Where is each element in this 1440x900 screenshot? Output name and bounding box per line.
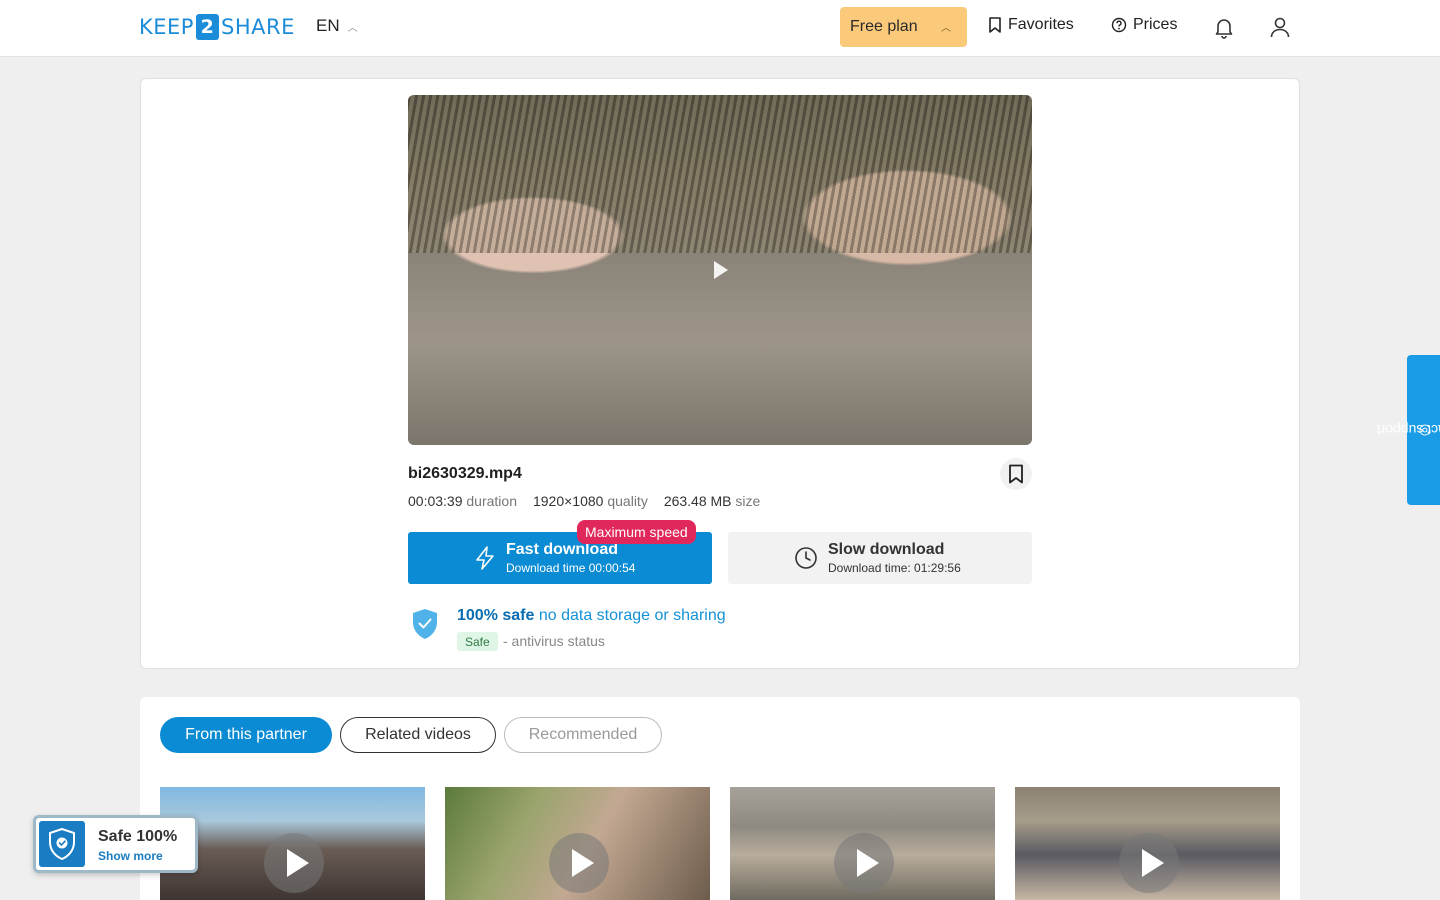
video-frame (408, 95, 1032, 253)
video-thumbnail[interactable] (1015, 787, 1280, 900)
logo-share: SHARE (220, 15, 295, 39)
bookmark-icon (1009, 464, 1023, 484)
clock-icon (795, 547, 817, 569)
favorites-link[interactable]: Favorites (988, 16, 1074, 34)
favorites-label: Favorites (1008, 16, 1074, 33)
size-value: 263.48 MB (663, 493, 732, 509)
chevron-up-icon: ︿ (347, 22, 358, 34)
video-thumbnail[interactable] (730, 787, 995, 900)
free-plan-label: Free plan (850, 18, 918, 35)
chevron-up-icon: ︿ (941, 23, 951, 34)
bookmark-button[interactable] (1000, 458, 1032, 490)
play-icon[interactable] (1119, 833, 1179, 893)
shield-check-icon (413, 609, 437, 639)
logo-keep: KEEP (139, 15, 194, 39)
duration-label: duration (466, 493, 517, 509)
lightning-icon (476, 546, 494, 570)
video-preview[interactable] (408, 95, 1032, 445)
language-selector[interactable]: EN ︿ (316, 16, 358, 36)
logo-two: 2 (195, 14, 219, 40)
duration: 00:03:39 duration (408, 493, 517, 509)
slow-download-text: Slow download Download time: 01:29:56 (828, 541, 961, 575)
quality: 1920×1080 quality (533, 493, 648, 509)
prices-label: Prices (1133, 16, 1178, 33)
user-icon[interactable] (1268, 15, 1292, 39)
shield-check-icon (49, 828, 75, 860)
video-thumbnail[interactable] (160, 787, 425, 900)
file-name: bi2630329.mp4 (408, 465, 522, 482)
quality-label: quality (607, 493, 648, 509)
safe-widget-title: Safe 100% (98, 828, 178, 845)
tab-recommended[interactable]: Recommended (504, 717, 662, 753)
size: 263.48 MB size (664, 493, 761, 509)
prices-link[interactable]: Prices (1111, 16, 1177, 34)
question-circle-icon (1111, 17, 1127, 33)
contact-support-label: ◎ contact support (1376, 422, 1440, 438)
file-meta: 00:03:39 duration 1920×1080 quality 263.… (408, 493, 760, 509)
safety-title: 100% safe no data storage or sharing (457, 607, 726, 625)
safe-widget[interactable]: Safe 100% Show more (33, 815, 198, 873)
max-speed-badge: Maximum speed (577, 520, 696, 544)
shield-badge (39, 821, 85, 867)
bell-icon[interactable] (1212, 15, 1236, 39)
language-label: EN (316, 16, 340, 35)
fast-download-text: Fast download Download time 00:00:54 (506, 541, 635, 575)
slow-download-button[interactable]: Slow download Download time: 01:29:56 (728, 532, 1032, 584)
size-label: size (735, 493, 761, 509)
contact-support-text: contact support (1375, 422, 1440, 438)
quality-value: 1920×1080 (532, 493, 604, 509)
safety-title-rest: no data storage or sharing (538, 607, 726, 624)
duration-value: 00:03:39 (408, 493, 463, 509)
slow-download-title: Slow download (828, 541, 945, 558)
video-thumbnail[interactable] (445, 787, 710, 900)
antivirus-status: - antivirus status (503, 633, 605, 649)
tab-related-videos[interactable]: Related videos (340, 717, 496, 753)
site-logo[interactable]: KEEP 2 SHARE (139, 14, 295, 40)
play-icon[interactable] (834, 833, 894, 893)
antivirus-safe-badge: Safe (457, 632, 498, 651)
slow-download-time: Download time: 01:29:56 (828, 561, 961, 575)
contact-support-tab[interactable]: ◎ contact support (1376, 355, 1440, 505)
top-header: KEEP 2 SHARE EN ︿ Free plan ︿ Favorites … (0, 0, 1440, 57)
play-icon[interactable] (549, 833, 609, 893)
play-icon[interactable] (264, 833, 324, 893)
safety-title-bold: 100% safe (457, 607, 535, 624)
tab-from-this-partner[interactable]: From this partner (160, 717, 332, 753)
show-more-link[interactable]: Show more (98, 849, 163, 863)
free-plan-button[interactable]: Free plan ︿ (840, 7, 967, 47)
bookmark-icon (989, 17, 1001, 33)
play-icon[interactable] (714, 261, 728, 279)
fast-download-time: Download time 00:00:54 (506, 561, 636, 575)
